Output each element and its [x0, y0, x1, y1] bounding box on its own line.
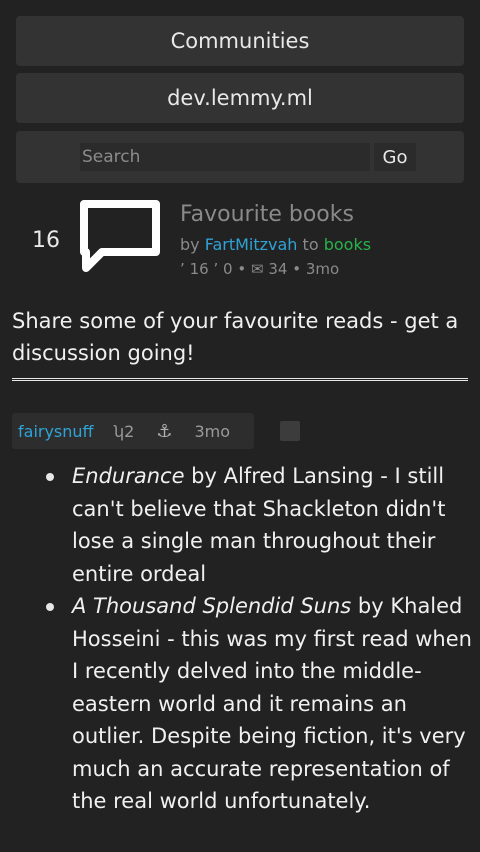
comment-header: fairysnuff ʮ2 ⚓ 3mo	[12, 413, 254, 449]
post-meta: ʼ 16 ʼ 0 • ✉ 34 • 3mo	[180, 260, 339, 278]
post-score: 16	[32, 228, 60, 253]
post-byline: by FartMitzvah to books	[180, 235, 371, 254]
go-button[interactable]: Go	[374, 143, 416, 171]
comment-score: ʮ2	[113, 421, 135, 441]
instance-label: dev.lemmy.ml	[167, 86, 313, 110]
book-comment: by Khaled Hosseini - this was my first r…	[72, 594, 472, 813]
comment-age: 3mo	[194, 421, 231, 441]
list-item: A Thousand Splendid Suns by Khaled Hosse…	[46, 590, 472, 818]
communities-label: Communities	[170, 29, 310, 53]
separator: •	[292, 260, 302, 278]
by-prefix: by	[180, 235, 200, 254]
collapse-checkbox[interactable]	[280, 421, 300, 441]
upvote-icon[interactable]: ʼ	[180, 260, 185, 278]
comment-body-list: Endurance by Alfred Lansing - I still ca…	[46, 460, 472, 818]
comment-count[interactable]: 34	[268, 260, 287, 278]
post-author-link[interactable]: FartMitzvah	[205, 235, 298, 254]
downvote-count: 0	[223, 260, 233, 278]
instance-button[interactable]: dev.lemmy.ml	[16, 73, 464, 123]
post-body: Share some of your favourite reads - get…	[12, 309, 459, 365]
envelope-icon: ✉	[250, 260, 264, 278]
upvote-count: 16	[189, 260, 209, 278]
post-age: 3mo	[305, 260, 340, 278]
book-title: A Thousand Splendid Suns	[72, 594, 352, 618]
comment-bubble-icon[interactable]	[76, 196, 164, 278]
communities-button[interactable]: Communities	[16, 16, 464, 66]
anchor-icon[interactable]: ⚓	[156, 421, 172, 442]
go-label: Go	[382, 146, 408, 168]
book-title: Endurance	[72, 464, 185, 488]
list-item: Endurance by Alfred Lansing - I still ca…	[46, 460, 472, 590]
to-word: to	[302, 235, 319, 254]
search-input[interactable]	[80, 143, 370, 171]
divider	[12, 378, 468, 381]
downvote-icon[interactable]: ʼ	[213, 260, 218, 278]
post-title[interactable]: Favourite books	[180, 202, 354, 227]
search-bar: Go	[16, 131, 464, 183]
comment-author-link[interactable]: fairysnuff	[18, 422, 94, 441]
separator: •	[237, 260, 247, 278]
community-link[interactable]: books	[324, 235, 371, 254]
